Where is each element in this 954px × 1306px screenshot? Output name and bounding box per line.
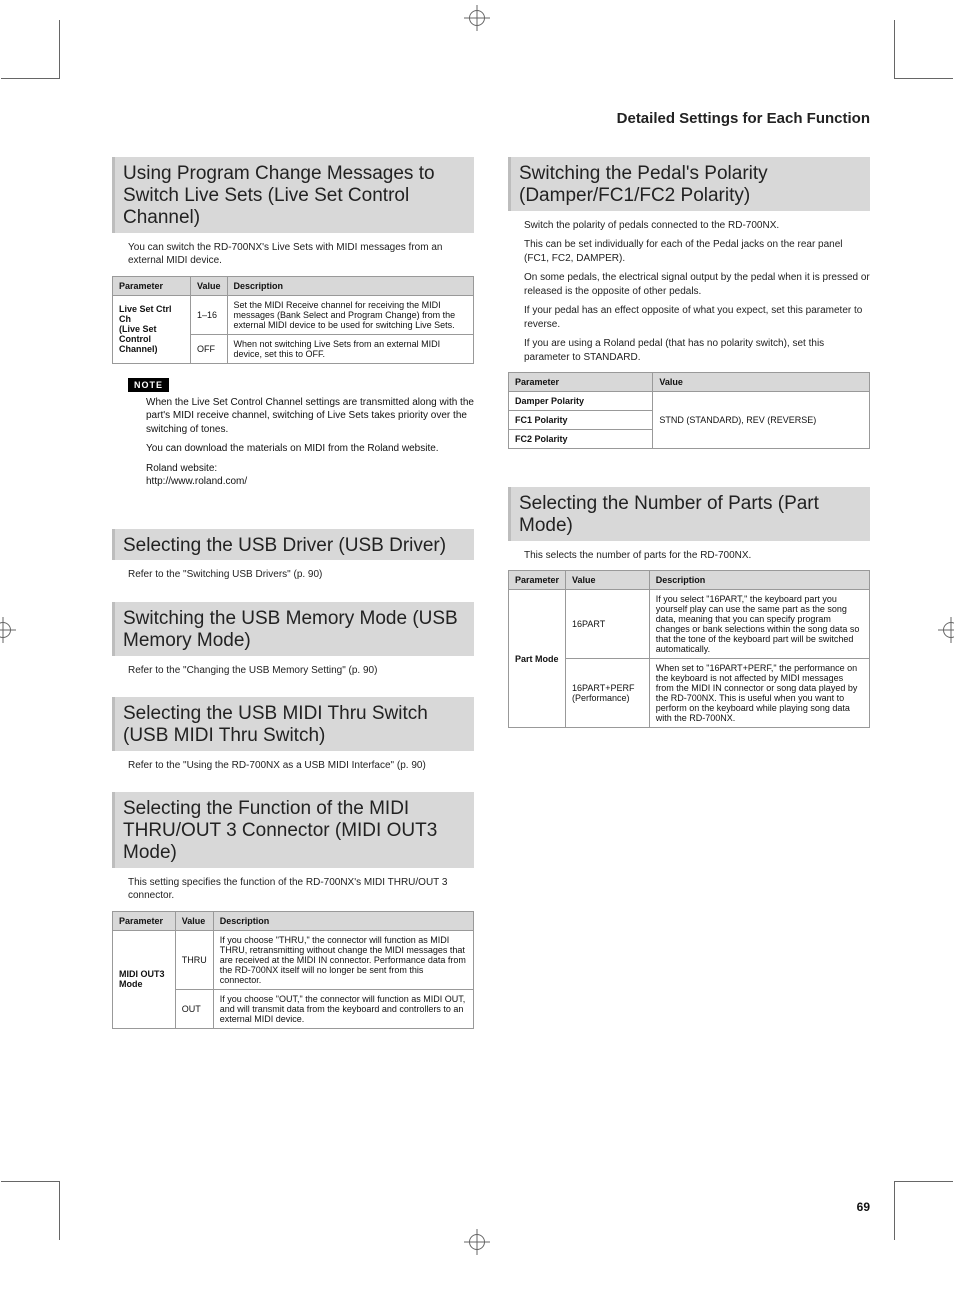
registration-mark-icon xyxy=(464,1229,490,1255)
cell-value: THRU xyxy=(175,930,213,989)
crop-mark-icon xyxy=(1,20,60,79)
note-text: When the Live Set Control Channel settin… xyxy=(146,396,474,437)
body-text: This setting specifies the function of t… xyxy=(128,876,474,903)
th-desc: Description xyxy=(213,911,473,930)
note-text: You can download the materials on MIDI f… xyxy=(146,442,474,456)
crop-mark-icon xyxy=(1,1181,60,1240)
cell-value: 16PART+PERF (Performance) xyxy=(566,659,650,728)
section-title: Using Program Change Messages to Switch … xyxy=(112,157,474,233)
left-column: Using Program Change Messages to Switch … xyxy=(112,157,474,1033)
th-parameter: Parameter xyxy=(113,276,191,295)
body-text: If you are using a Roland pedal (that ha… xyxy=(524,337,870,364)
body-text: You can switch the RD-700NX's Live Sets … xyxy=(128,241,474,268)
th-value: Value xyxy=(175,911,213,930)
th-parameter: Parameter xyxy=(509,571,566,590)
page-header: Detailed Settings for Each Function xyxy=(112,110,870,127)
body-text: On some pedals, the electrical signal ou… xyxy=(524,271,870,298)
cell-parameter: FC1 Polarity xyxy=(509,411,653,430)
parameter-table: Parameter Value Description MIDI OUT3 Mo… xyxy=(112,911,474,1029)
body-text: This can be set individually for each of… xyxy=(524,238,870,265)
cell-desc: If you choose "THRU," the connector will… xyxy=(213,930,473,989)
cell-parameter: Part Mode xyxy=(509,590,566,728)
crop-mark-icon xyxy=(894,20,953,79)
cell-parameter: MIDI OUT3 Mode xyxy=(113,930,176,1028)
body-text: Refer to the "Using the RD-700NX as a US… xyxy=(128,759,474,773)
note-text: Roland website: xyxy=(146,462,474,476)
th-desc: Description xyxy=(227,276,474,295)
section-title: Selecting the USB MIDI Thru Switch (USB … xyxy=(112,697,474,751)
parameter-table: Parameter Value Damper Polarity STND (ST… xyxy=(508,372,870,449)
parameter-table: Parameter Value Description Live Set Ctr… xyxy=(112,276,474,364)
th-value: Value xyxy=(653,373,870,392)
cell-value: OUT xyxy=(175,989,213,1028)
th-parameter: Parameter xyxy=(113,911,176,930)
body-text: Refer to the "Changing the USB Memory Se… xyxy=(128,664,474,678)
section-title: Selecting the Number of Parts (Part Mode… xyxy=(508,487,870,541)
cell-parameter: Live Set Ctrl Ch (Live Set Control Chann… xyxy=(113,295,191,363)
cell-desc: Set the MIDI Receive channel for receivi… xyxy=(227,295,474,334)
cell-value: OFF xyxy=(190,334,227,363)
cell-parameter: Damper Polarity xyxy=(509,392,653,411)
th-desc: Description xyxy=(649,571,869,590)
right-column: Switching the Pedal's Polarity (Damper/F… xyxy=(508,157,870,1033)
cell-desc: When not switching Live Sets from an ext… xyxy=(227,334,474,363)
page-number: 69 xyxy=(857,1200,870,1214)
parameter-table: Parameter Value Description Part Mode 16… xyxy=(508,570,870,728)
cell-value: 1–16 xyxy=(190,295,227,334)
body-text: Refer to the "Switching USB Drivers" (p.… xyxy=(128,568,474,582)
section-title: Selecting the Function of the MIDI THRU/… xyxy=(112,792,474,868)
section-title: Selecting the USB Driver (USB Driver) xyxy=(112,529,474,561)
registration-mark-icon xyxy=(938,617,954,643)
section-title: Switching the USB Memory Mode (USB Memor… xyxy=(112,602,474,656)
cell-parameter: FC2 Polarity xyxy=(509,430,653,449)
cell-value: 16PART xyxy=(566,590,650,659)
registration-mark-icon xyxy=(0,617,16,643)
note-label: NOTE xyxy=(128,378,169,392)
th-value: Value xyxy=(190,276,227,295)
cell-desc: If you choose "OUT," the connector will … xyxy=(213,989,473,1028)
cell-desc: When set to "16PART+PERF," the performan… xyxy=(649,659,869,728)
cell-value: STND (STANDARD), REV (REVERSE) xyxy=(653,392,870,449)
th-parameter: Parameter xyxy=(509,373,653,392)
note-link-text: http://www.roland.com/ xyxy=(146,475,474,489)
body-text: Switch the polarity of pedals connected … xyxy=(524,219,870,233)
section-title: Switching the Pedal's Polarity (Damper/F… xyxy=(508,157,870,211)
body-text: If your pedal has an effect opposite of … xyxy=(524,304,870,331)
body-text: This selects the number of parts for the… xyxy=(524,549,870,563)
th-value: Value xyxy=(566,571,650,590)
crop-mark-icon xyxy=(894,1181,953,1240)
content-columns: Using Program Change Messages to Switch … xyxy=(112,157,870,1033)
manual-page: Detailed Settings for Each Function Usin… xyxy=(0,0,954,1260)
cell-desc: If you select "16PART," the keyboard par… xyxy=(649,590,869,659)
registration-mark-icon xyxy=(464,5,490,31)
